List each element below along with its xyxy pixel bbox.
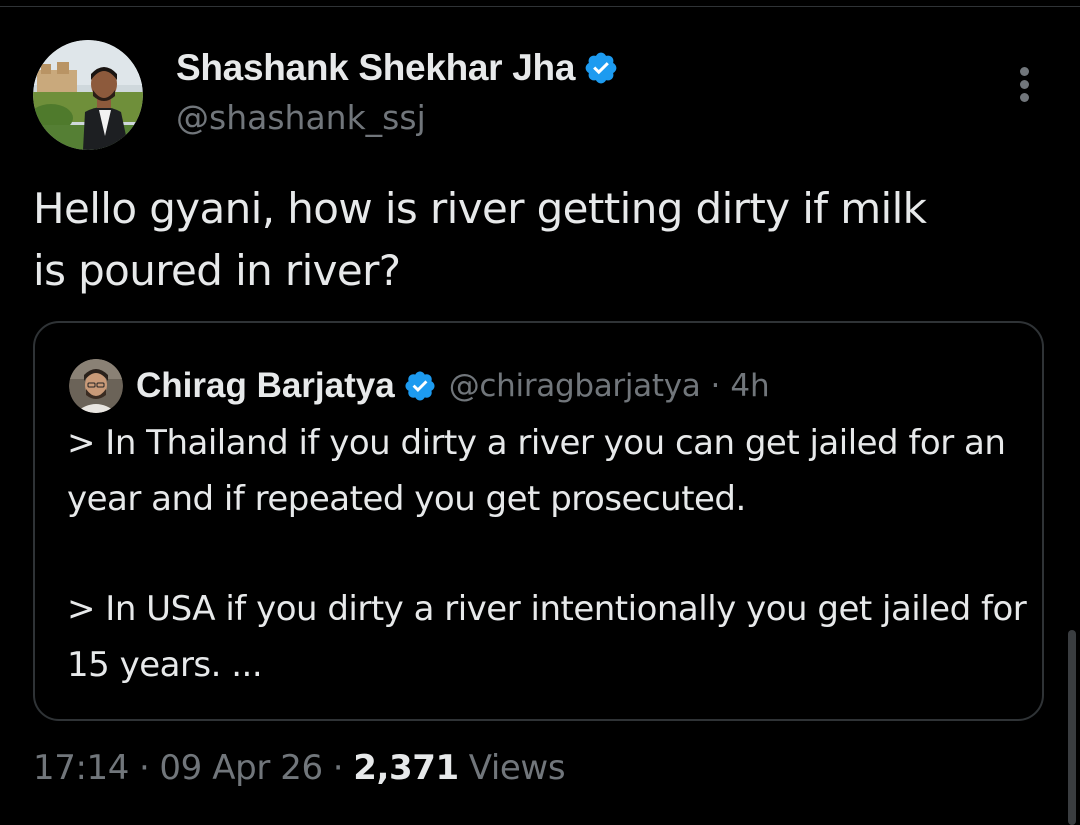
quoted-tweet-timestamp[interactable]: 4h — [730, 368, 769, 404]
verified-badge-icon — [585, 52, 617, 84]
author-display-name[interactable]: Shashank Shekhar Jha — [176, 47, 575, 89]
tweet-time[interactable]: 17:14 — [33, 748, 129, 788]
author-handle[interactable]: @shashank_ssj — [176, 98, 426, 137]
views-label: Views — [468, 748, 566, 788]
quoted-tweet-header: Chirag Barjatya @chiragbarjatya · 4h — [136, 363, 770, 409]
quoted-author-avatar-photo — [69, 359, 123, 413]
more-options-button[interactable] — [1012, 64, 1038, 104]
tweet-meta-line: 17:14 · 09 Apr 26 · 2,371 Views — [33, 748, 566, 788]
views-count[interactable]: 2,371 — [353, 748, 459, 788]
quoted-header-separator: · — [710, 368, 721, 404]
author-name-row: Shashank Shekhar Jha — [176, 46, 619, 90]
author-avatar-photo — [33, 40, 143, 150]
meta-separator: · — [332, 748, 344, 788]
tweet-date[interactable]: 09 Apr 26 — [159, 748, 323, 788]
quoted-tweet-card[interactable]: Chirag Barjatya @chiragbarjatya · 4h > I… — [33, 321, 1044, 721]
quoted-tweet-text: > In Thailand if you dirty a river you c… — [67, 415, 1027, 693]
author-avatar[interactable] — [33, 40, 143, 150]
quoted-tweet-paragraph: > In USA if you dirty a river intentiona… — [67, 589, 1027, 685]
quoted-tweet-paragraph: > In Thailand if you dirty a river you c… — [67, 423, 1006, 519]
meta-separator: · — [138, 748, 150, 788]
quoted-author-handle[interactable]: @chiragbarjatya — [449, 368, 701, 404]
quoted-verified-badge-icon — [405, 371, 435, 401]
top-divider — [0, 6, 1080, 7]
quoted-author-avatar[interactable] — [69, 359, 123, 413]
tweet-text: Hello gyani, how is river getting dirty … — [33, 184, 927, 295]
scrollbar[interactable] — [1068, 630, 1076, 825]
quoted-author-display-name[interactable]: Chirag Barjatya — [136, 366, 395, 406]
